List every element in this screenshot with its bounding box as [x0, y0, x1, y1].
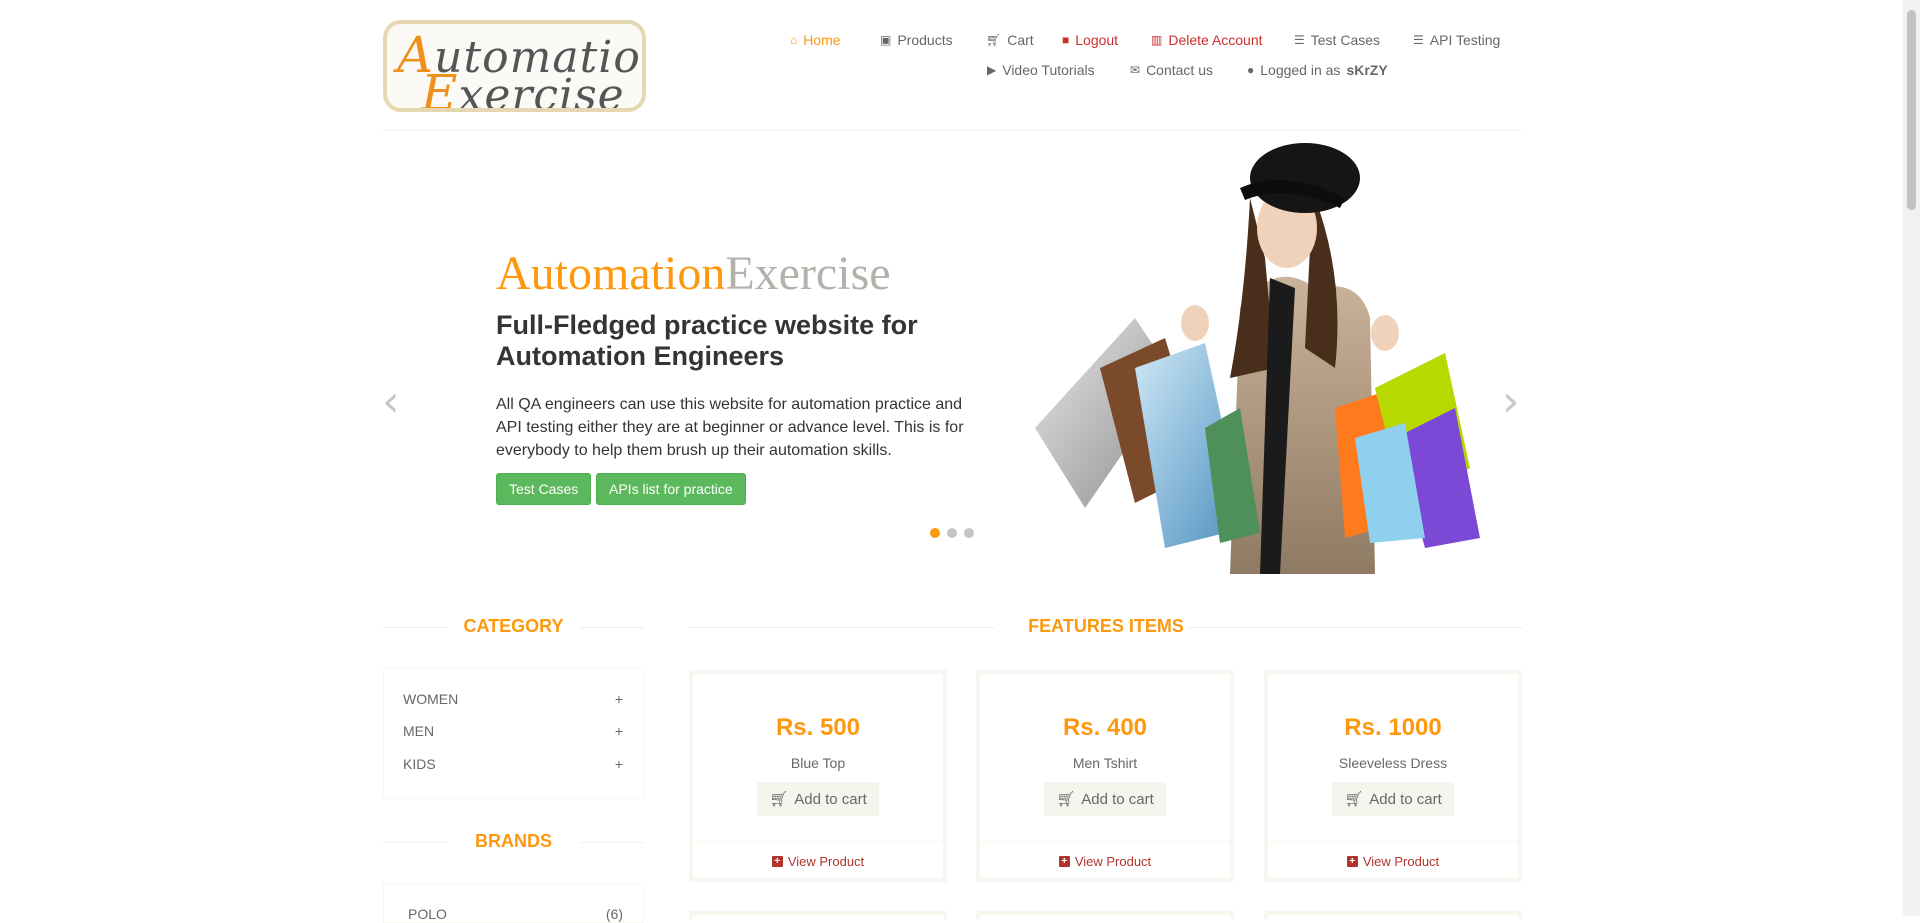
nav-home[interactable]: ⌂ Home [790, 31, 841, 48]
plus-square-icon: + [1346, 856, 1358, 867]
nav-contact-us-label: Contact us [1146, 62, 1213, 78]
category-heading: CATEGORY [383, 616, 644, 637]
nav-delete-account[interactable]: ▥ Delete Account [1151, 31, 1263, 48]
trash-icon: ▥ [1151, 33, 1163, 47]
lock-icon: ■ [1062, 33, 1070, 47]
plus-square-icon: + [1058, 856, 1070, 867]
logged-in-status: ● Logged in as sKrZY [1247, 61, 1388, 78]
view-product-link[interactable]: + View Product [980, 854, 1230, 869]
expand-plus-icon[interactable]: + [615, 691, 623, 707]
add-to-cart-button[interactable]: 🛒︎ Add to cart [757, 782, 879, 816]
cart-icon: 🛒︎ [1344, 791, 1364, 808]
features-heading: FEATURES ITEMS [689, 616, 1523, 637]
slider-brand-title: AutomationExercise [496, 247, 891, 300]
hero-woman-with-shopping-bags-image [1035, 143, 1480, 574]
product-card-next-row [1264, 911, 1522, 919]
nav-products-label: Products [897, 32, 953, 48]
user-icon: ● [1247, 63, 1255, 77]
plus-square-icon: + [771, 856, 783, 867]
category-panel: WOMEN + MEN + KIDS + [383, 668, 644, 799]
category-women[interactable]: WOMEN + [403, 691, 623, 707]
brand-item-polo[interactable]: POLO (6) [408, 906, 623, 922]
apis-list-button[interactable]: APIs list for practice [596, 473, 746, 505]
nav-delete-account-label: Delete Account [1168, 32, 1263, 48]
product-card-next-row [976, 911, 1234, 919]
view-product-link[interactable]: + View Product [693, 854, 943, 869]
home-icon: ⌂ [790, 33, 798, 47]
product-card: Rs. 500 Blue Top 🛒︎ Add to cart + View Pro… [689, 670, 947, 882]
brand-count: (6) [605, 906, 623, 922]
cart-icon: 🛒︎ [1056, 791, 1076, 808]
list-icon: ☰ [1294, 33, 1305, 47]
page-scrollbar[interactable] [1903, 0, 1920, 916]
nav-products[interactable]: ▣ Products [880, 31, 953, 48]
product-name: Sleeveless Dress [1338, 755, 1448, 771]
nav-cart-label: Cart [1007, 32, 1034, 48]
site-logo[interactable]: Automation Exercise [383, 20, 646, 112]
brands-heading: BRANDS [383, 831, 644, 852]
expand-plus-icon[interactable]: + [615, 756, 623, 772]
envelope-icon: ✉ [1130, 63, 1141, 77]
nav-video-tutorials-label: Video Tutorials [1002, 62, 1095, 78]
cart-icon: 🛒︎ [986, 33, 1002, 47]
product-price: Rs. 400 [1062, 714, 1148, 741]
product-price: Rs. 1000 [1344, 714, 1442, 741]
product-price: Rs. 500 [775, 714, 861, 741]
category-men[interactable]: MEN + [403, 723, 623, 739]
scrollbar-thumb[interactable] [1907, 10, 1916, 210]
view-product-link[interactable]: + View Product [1268, 854, 1518, 869]
category-kids[interactable]: KIDS + [403, 756, 623, 772]
slider-headline: Full-Fledged practice website for Automa… [496, 310, 918, 371]
slider-indicators [930, 528, 974, 538]
expand-plus-icon[interactable]: + [615, 723, 623, 739]
nav-video-tutorials[interactable]: ▶ Video Tutorials [987, 61, 1095, 78]
header-divider [383, 130, 1523, 131]
nav-test-cases-label: Test Cases [1310, 32, 1381, 48]
slider-prev-arrow[interactable]: ‹ [382, 376, 400, 427]
nav-cart[interactable]: 🛒︎ Cart [986, 31, 1034, 48]
logged-in-label: Logged in as [1260, 62, 1341, 78]
slider-dot-2[interactable] [947, 528, 957, 538]
slider-dot-3[interactable] [964, 528, 974, 538]
product-name: Blue Top [790, 755, 846, 771]
product-card-next-row [689, 911, 947, 919]
product-card: Rs. 400 Men Tshirt 🛒︎ Add to cart + View P… [976, 670, 1234, 882]
nav-test-cases[interactable]: ☰ Test Cases [1294, 31, 1380, 48]
slider-dot-1[interactable] [930, 528, 940, 538]
nav-home-label: Home [803, 32, 841, 48]
username: sKrZY [1346, 62, 1388, 78]
slider-description: All QA engineers can use this website fo… [496, 396, 964, 459]
product-card: Rs. 1000 Sleeveless Dress 🛒︎ Add to cart … [1264, 670, 1522, 882]
product-name: Men Tshirt [1072, 755, 1138, 771]
test-cases-button[interactable]: Test Cases [496, 473, 592, 505]
brands-panel: POLO (6) [383, 883, 644, 923]
youtube-icon: ▶ [987, 63, 997, 77]
cart-icon: 🛒︎ [769, 791, 789, 808]
list-icon: ☰ [1413, 33, 1424, 47]
nav-contact-us[interactable]: ✉ Contact us [1130, 61, 1213, 78]
add-to-cart-button[interactable]: 🛒︎ Add to cart [1332, 782, 1454, 816]
nav-api-testing-label: API Testing [1429, 32, 1501, 48]
nav-logout-label: Logout [1075, 32, 1119, 48]
add-to-cart-button[interactable]: 🛒︎ Add to cart [1044, 782, 1166, 816]
briefcase-icon: ▣ [880, 33, 892, 47]
nav-api-testing[interactable]: ☰ API Testing [1413, 31, 1500, 48]
nav-logout[interactable]: ■ Logout [1062, 31, 1118, 48]
logo-line-2: Exercise [421, 64, 625, 112]
